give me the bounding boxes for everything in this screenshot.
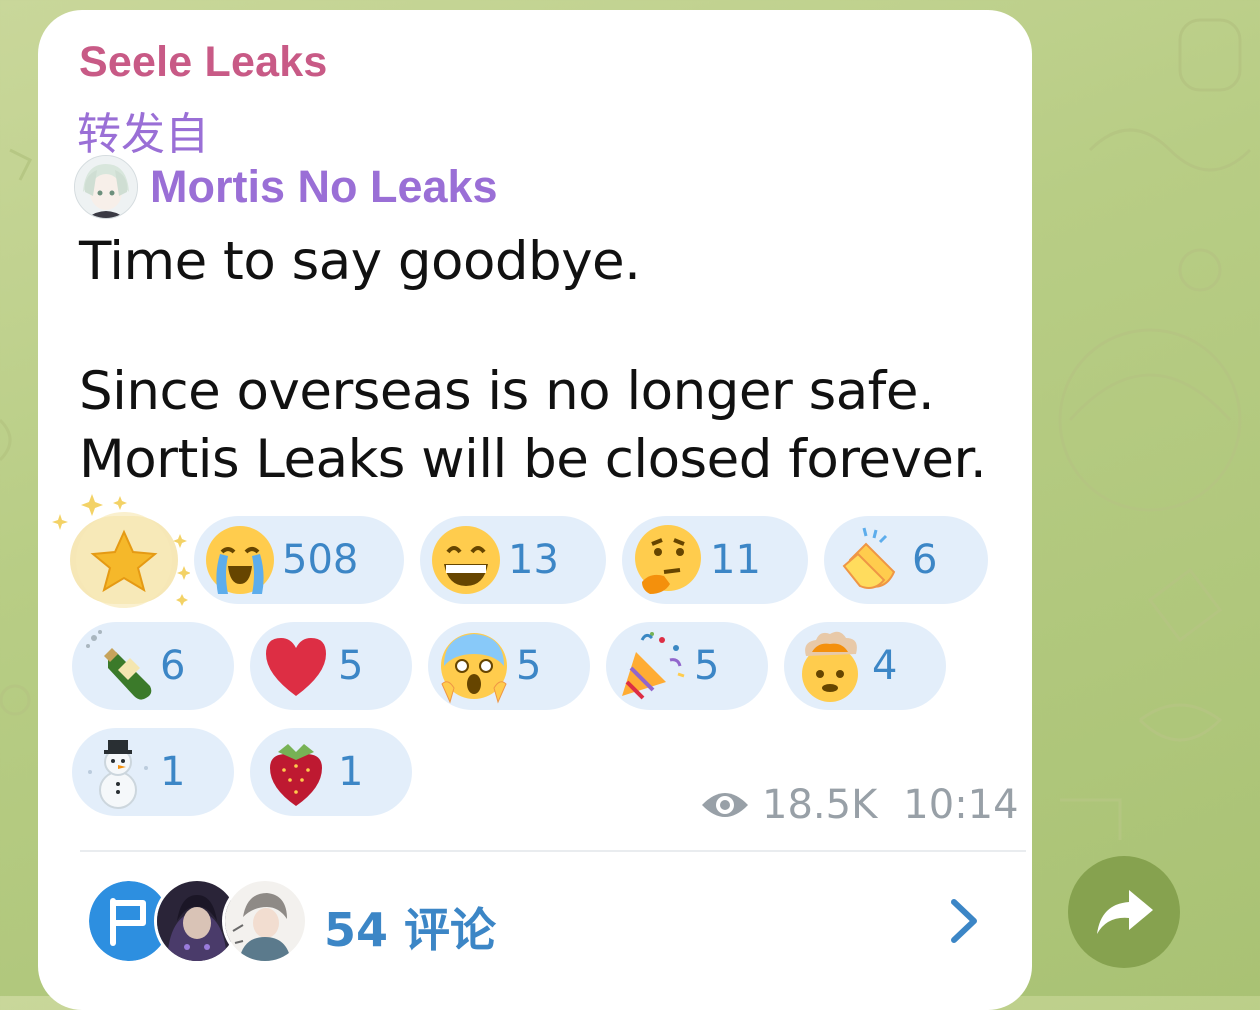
reaction-count: 508 (282, 537, 359, 583)
message-line (79, 296, 999, 364)
comments-row[interactable]: 54 评论 (86, 878, 998, 968)
view-count: 18.5K (762, 782, 878, 828)
reaction-count: 5 (694, 643, 720, 689)
champagne-icon (86, 630, 152, 700)
reaction-screaming-face[interactable]: 5 (428, 622, 590, 710)
forwarded-from-name: Mortis No Leaks (150, 161, 498, 212)
strawberry-icon (270, 744, 322, 806)
commenter-avatar (222, 878, 308, 964)
clapping-hands-icon (842, 527, 896, 589)
thinking-face-icon (635, 525, 701, 594)
message-line: Time to say goodbye. (79, 231, 641, 292)
snowman-icon (88, 740, 148, 809)
reaction-count: 6 (160, 643, 186, 689)
exploding-head-icon (802, 631, 858, 702)
message-line: Mortis Leaks will be closed forever. (79, 429, 987, 490)
reaction-strawberry[interactable]: 1 (250, 728, 412, 816)
message-line: Since overseas is no longer safe. (79, 361, 935, 422)
reaction-exploding-head[interactable]: 4 (784, 622, 946, 710)
reactions-area: 508 13 11 6 6 5 5 5 4 1 1 (52, 494, 1010, 826)
reaction-champagne[interactable]: 6 (72, 622, 234, 710)
reaction-count: 11 (710, 537, 761, 583)
reaction-snowman[interactable]: 1 (72, 728, 234, 816)
reaction-count: 6 (912, 537, 938, 583)
reaction-grinning-face[interactable]: 13 (420, 516, 606, 604)
share-arrow-icon (1097, 890, 1153, 934)
message-text: Time to say goodbye. Since overseas is n… (79, 228, 999, 494)
reaction-count: 13 (508, 537, 559, 583)
eye-icon (702, 793, 748, 817)
forwarded-avatar (74, 155, 138, 219)
comments-count: 54 评论 (324, 903, 497, 957)
reaction-count: 4 (872, 643, 898, 689)
chevron-right-icon[interactable] (944, 896, 984, 946)
forwarded-label: 转发自 (77, 109, 209, 160)
reaction-heart[interactable]: 5 (250, 622, 412, 710)
message-meta: 18.5K 10:14 (700, 782, 1019, 828)
channel-name[interactable]: Seele Leaks (79, 38, 327, 87)
reaction-count: 1 (338, 749, 364, 795)
reaction-count: 5 (516, 643, 542, 689)
grinning-face-icon (432, 526, 500, 594)
forwarded-source[interactable]: Mortis No Leaks (74, 155, 498, 219)
comments-divider (80, 850, 1026, 852)
reaction-crying-face[interactable]: 508 (194, 516, 404, 604)
message-time: 10:14 (903, 782, 1019, 828)
reaction-thinking-face[interactable]: 11 (622, 516, 808, 604)
screaming-face-icon (441, 633, 507, 704)
reaction-party-popper[interactable]: 5 (606, 622, 768, 710)
star-icon (52, 494, 190, 608)
reaction-count: 1 (160, 749, 186, 795)
reaction-star[interactable] (52, 494, 190, 608)
crying-face-icon (206, 526, 274, 594)
reaction-count: 5 (338, 643, 364, 689)
party-popper-icon (622, 632, 685, 700)
share-button[interactable] (1068, 856, 1180, 968)
heart-icon (266, 638, 326, 696)
reaction-clapping-hands[interactable]: 6 (824, 516, 988, 604)
